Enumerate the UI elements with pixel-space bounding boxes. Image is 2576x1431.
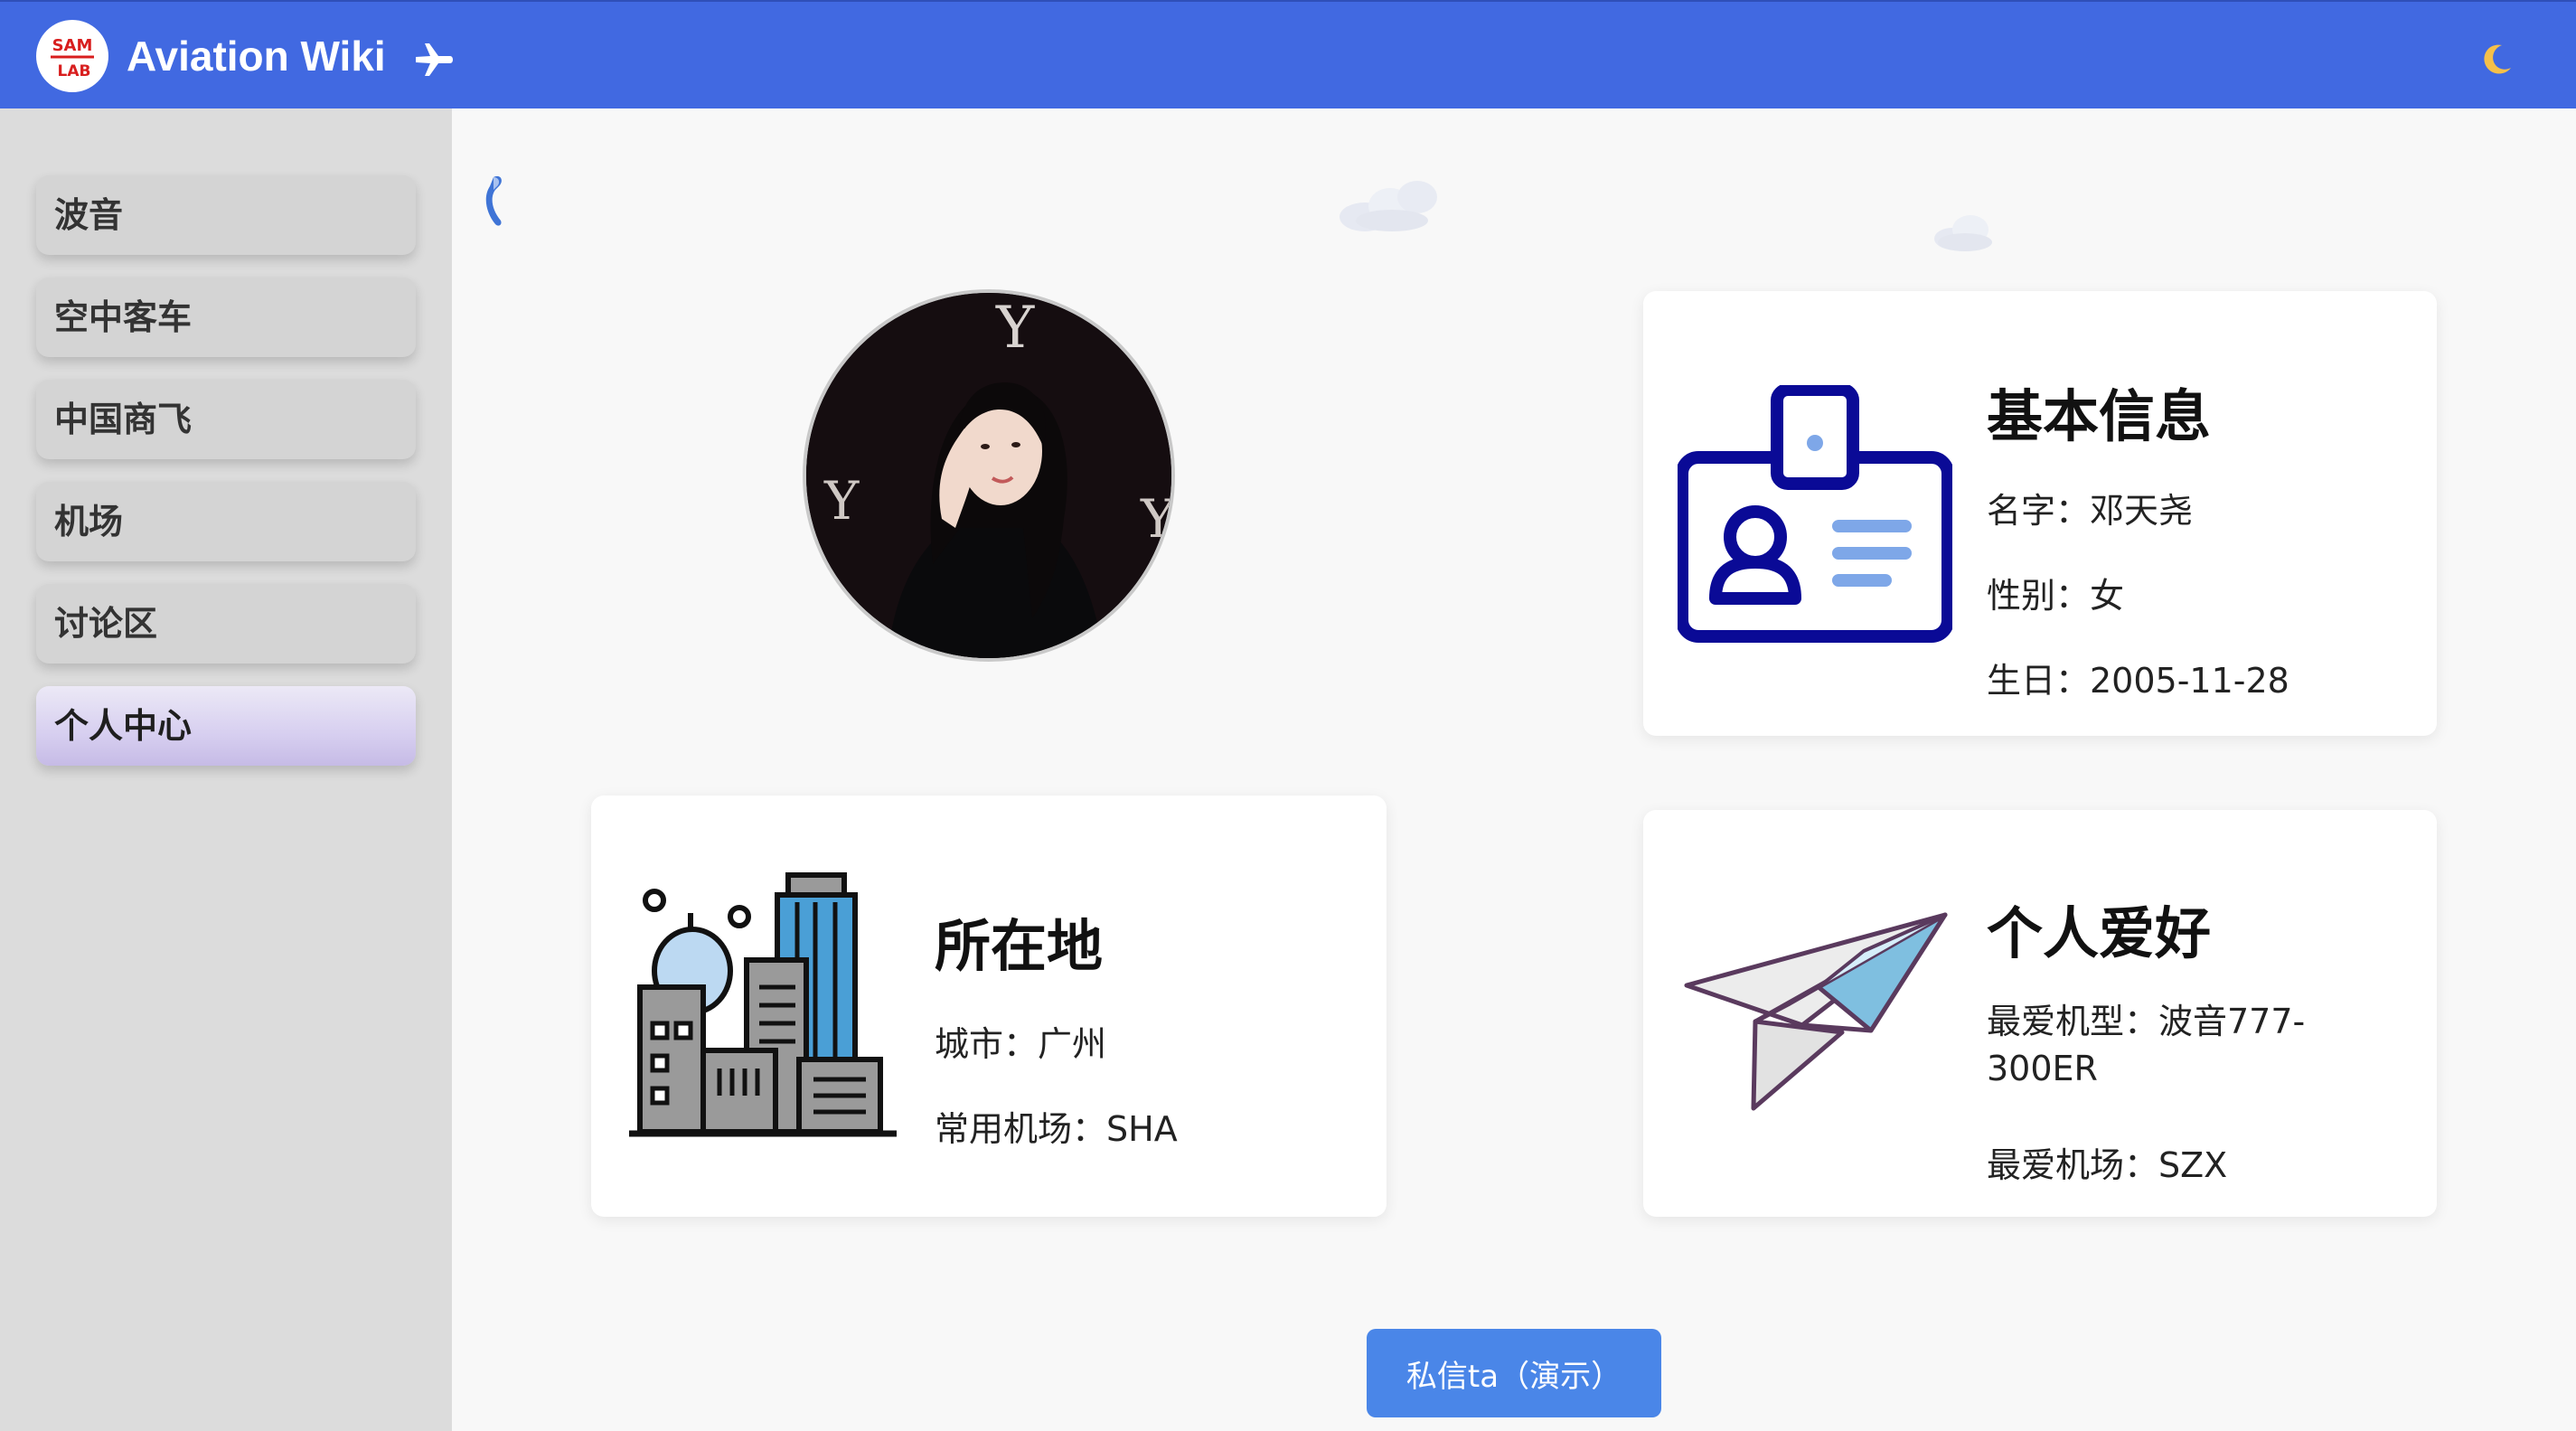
sidebar-item-boeing[interactable]: 波音	[36, 175, 416, 255]
sidebar-item-comac[interactable]: 中国商飞	[36, 380, 416, 459]
sidebar-item-airbus[interactable]: 空中客车	[36, 278, 416, 357]
svg-text:LAB: LAB	[58, 62, 91, 80]
favorite-airport-field: 最爱机场：SZX	[1987, 1145, 2228, 1185]
basic-info-card: 基本信息 名字：邓天尧 性别：女 生日：2005-11-28	[1643, 291, 2437, 736]
sidebar-item-airport[interactable]: 机场	[36, 482, 416, 561]
top-navbar: SAM LAB Aviation Wiki	[0, 0, 2576, 108]
hobbies-card: 个人爱好 最爱机型：波音777-300ER 最爱机场：SZX	[1643, 810, 2437, 1217]
basic-info-title: 基本信息	[1987, 383, 2212, 449]
app-title: Aviation Wiki	[127, 33, 386, 80]
id-card-icon	[1678, 385, 1952, 643]
hobbies-title: 个人爱好	[1987, 900, 2212, 966]
city-buildings-icon	[629, 872, 897, 1137]
location-title: 所在地	[935, 913, 1104, 979]
svg-text:Y: Y	[823, 470, 860, 532]
favorite-aircraft-field: 最爱机型：波音777-300ER	[1987, 1002, 2306, 1088]
airplane-icon	[416, 43, 453, 76]
sidebar: 波音 空中客车 中国商飞 机场 讨论区 个人中心	[0, 108, 452, 1431]
sidebar-item-profile[interactable]: 个人中心	[36, 686, 416, 766]
windsock-decoration	[485, 175, 502, 226]
location-card: 所在地 城市：广州 常用机场：SHA	[591, 796, 1387, 1217]
samlab-logo[interactable]: SAM LAB	[36, 20, 108, 92]
gender-field: 性别：女	[1987, 576, 2125, 616]
sidebar-item-discussion[interactable]: 讨论区	[36, 584, 416, 664]
name-field: 名字：邓天尧	[1987, 491, 2194, 531]
send-message-button[interactable]: 私信ta（演示）	[1367, 1329, 1661, 1417]
paper-plane-icon	[1684, 912, 1948, 1111]
cloud-decoration	[1934, 215, 1992, 251]
moon-icon[interactable]	[2478, 40, 2515, 76]
city-field: 城市：广州	[935, 1024, 1107, 1064]
airport-field: 常用机场：SHA	[935, 1109, 1178, 1149]
profile-avatar[interactable]: Y Y Y	[803, 289, 1175, 662]
birthday-field: 生日：2005-11-28	[1987, 661, 2289, 701]
cloud-decoration	[1340, 181, 1437, 231]
svg-text:Y: Y	[1140, 488, 1171, 550]
svg-text:SAM: SAM	[52, 36, 93, 55]
svg-text:Y: Y	[995, 295, 1035, 362]
